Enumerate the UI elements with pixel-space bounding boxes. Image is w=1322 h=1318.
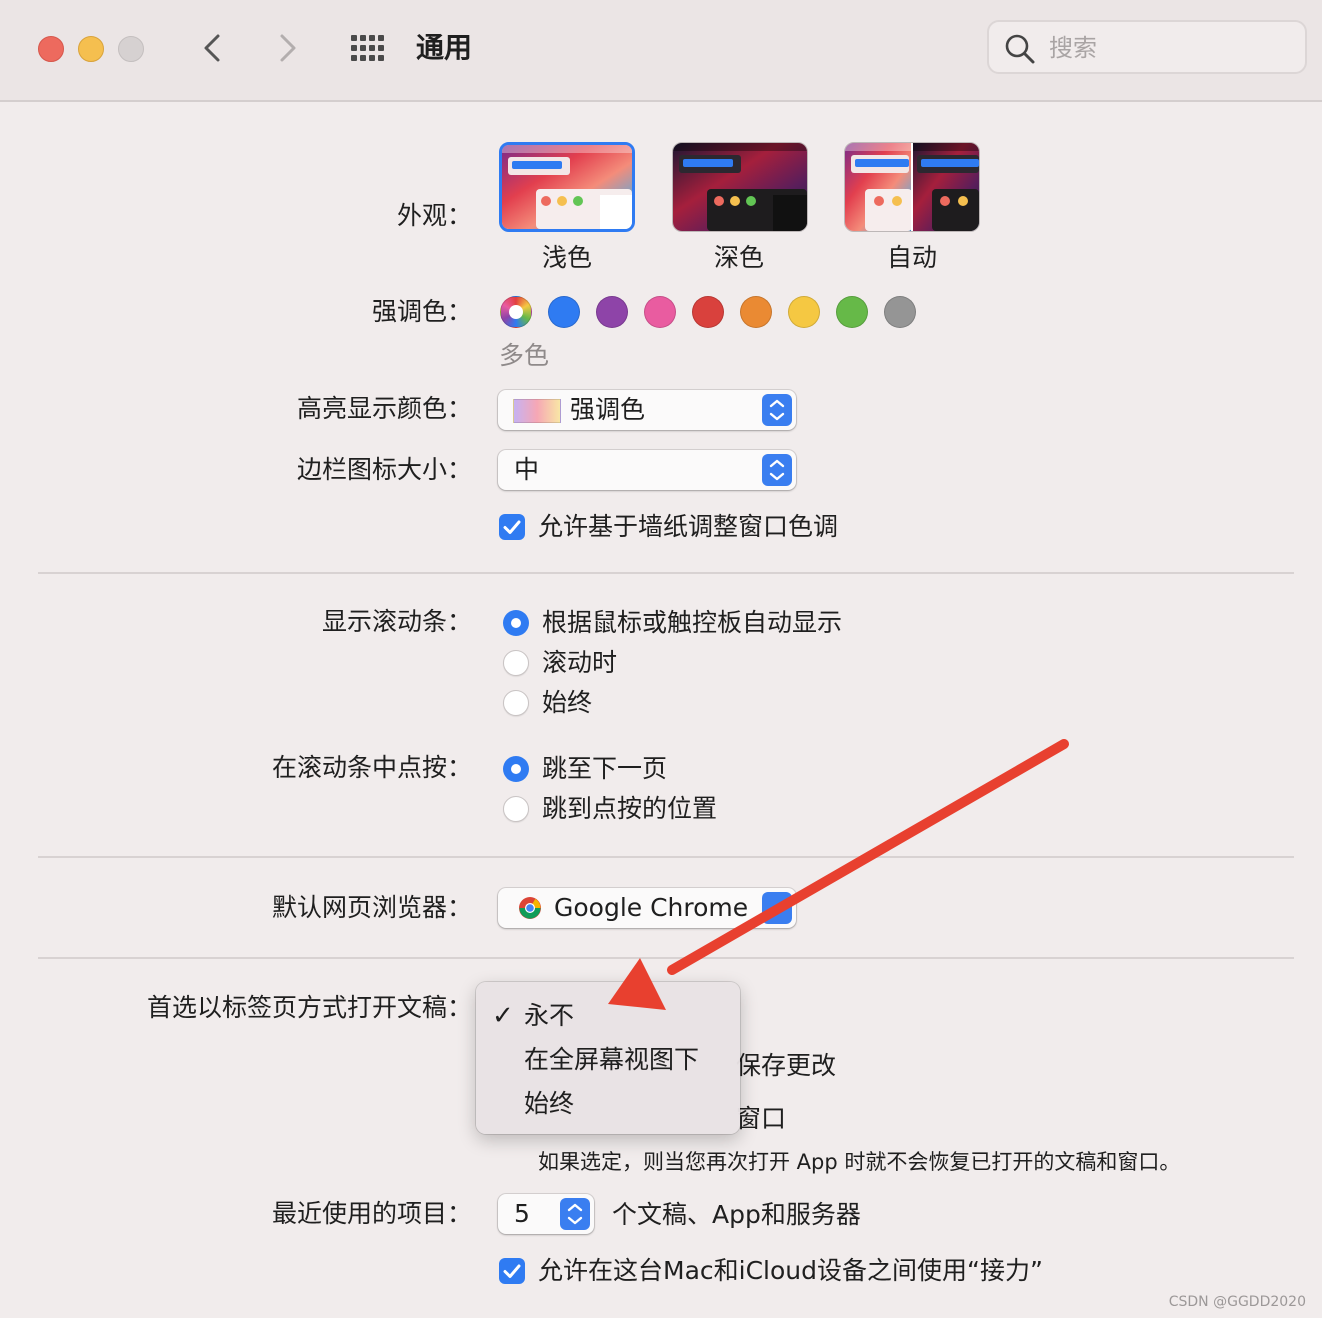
highlight-preview-swatch [513, 399, 561, 423]
ask-keep-changes-label: 保存更改 [736, 1051, 837, 1080]
scroll-bars-auto-label: 根据鼠标或触控板自动显示 [542, 608, 843, 637]
minimize-window-button[interactable] [78, 36, 104, 62]
accent-swatch-blue[interactable] [548, 296, 580, 328]
title-bar: 通用 [0, 0, 1322, 102]
jump-next-page-radio[interactable] [503, 756, 529, 782]
auto-wallpaper-icon [845, 143, 979, 231]
light-wallpaper-icon [502, 145, 632, 229]
default-browser-value: Google Chrome [554, 893, 749, 922]
default-browser-stepper [762, 892, 792, 924]
accent-selected-caption: 多色 [499, 341, 550, 370]
grid-icon [351, 35, 384, 61]
up-down-chevron-icon [769, 399, 785, 421]
handoff-label: 允许在这台Mac和iCloud设备之间使用“接力” [538, 1256, 1043, 1285]
section-divider [38, 957, 1294, 959]
show-all-button[interactable] [348, 28, 388, 68]
watermark: CSDN @GGDD2020 [1168, 1294, 1306, 1310]
chrome-icon [519, 897, 541, 919]
appearance-light-label: 浅色 [541, 243, 592, 272]
scroll-bars-always-label: 始终 [542, 688, 593, 717]
recent-items-label: 最近使用的项目： [271, 1199, 472, 1228]
up-down-chevron-icon [567, 1203, 583, 1225]
menu-item-full-screen[interactable]: 在全屏幕视图下 [524, 1042, 699, 1078]
accent-swatch-orange[interactable] [740, 296, 772, 328]
window-title: 通用 [416, 31, 473, 64]
section-divider [38, 856, 1294, 858]
menu-item-always[interactable]: 始终 [524, 1086, 574, 1122]
appearance-label: 外观： [396, 201, 472, 230]
accent-swatch-red[interactable] [692, 296, 724, 328]
show-scroll-bars-label: 显示滚动条： [321, 607, 472, 636]
scroll-bars-when-scrolling-label: 滚动时 [542, 648, 618, 677]
sidebar-icon-size-popup[interactable]: 中 [498, 450, 796, 490]
accent-swatch-green[interactable] [836, 296, 868, 328]
highlight-color-popup[interactable]: 强调色 [498, 390, 796, 430]
close-window-button[interactable] [38, 36, 64, 62]
appearance-auto-label: 自动 [886, 243, 937, 272]
accent-swatch-pink[interactable] [644, 296, 676, 328]
recent-items-suffix: 个文稿、App和服务器 [612, 1200, 861, 1229]
accent-swatch-purple[interactable] [596, 296, 628, 328]
dark-wallpaper-icon [673, 143, 807, 231]
sidebar-icon-size-label: 边栏图标大小： [296, 455, 472, 484]
sidebar-icon-size-stepper [762, 454, 792, 486]
selected-dot-icon [509, 305, 523, 319]
menu-item-never[interactable]: 永不 [524, 998, 574, 1034]
accent-color-label: 强调色： [371, 297, 472, 326]
search-field[interactable] [987, 20, 1307, 74]
prefer-tabs-dropdown-menu: ✓ 永不 在全屏幕视图下 始终 [476, 982, 740, 1134]
search-input[interactable] [1047, 30, 1291, 66]
default-browser-popup[interactable]: Google Chrome [498, 888, 796, 928]
accent-swatch-multicolor[interactable] [500, 296, 532, 328]
scroll-bars-auto-radio[interactable] [503, 610, 529, 636]
scroll-bars-when-scrolling-radio[interactable] [503, 650, 529, 676]
appearance-dark-thumbnail[interactable] [672, 142, 808, 232]
highlight-color-value: 强调色 [570, 395, 646, 424]
jump-clicked-spot-radio[interactable] [503, 796, 529, 822]
sidebar-icon-size-value: 中 [514, 455, 540, 484]
scroll-bars-always-radio[interactable] [503, 690, 529, 716]
click-scroll-bar-label: 在滚动条中点按： [271, 753, 472, 782]
highlight-color-stepper [762, 394, 792, 426]
close-windows-label: 窗口 [736, 1104, 787, 1133]
close-windows-note: 如果选定，则当您再次打开 App 时就不会恢复已打开的文稿和窗口。 [538, 1150, 1181, 1174]
handoff-checkbox[interactable] [499, 1258, 525, 1284]
accent-swatch-graphite[interactable] [884, 296, 916, 328]
recent-items-popup[interactable]: 5 [498, 1194, 594, 1234]
highlight-color-label: 高亮显示颜色： [296, 394, 472, 423]
jump-next-page-label: 跳至下一页 [542, 754, 668, 783]
checkmark-icon [503, 1264, 521, 1278]
appearance-dark-label: 深色 [713, 243, 764, 272]
section-divider [38, 572, 1294, 574]
appearance-auto-thumbnail[interactable] [844, 142, 980, 232]
appearance-light-thumbnail[interactable] [499, 142, 635, 232]
wallpaper-tinting-label: 允许基于墙纸调整窗口色调 [538, 512, 839, 541]
default-browser-label: 默认网页浏览器： [271, 893, 472, 922]
up-down-chevron-icon [769, 459, 785, 481]
recent-items-value: 5 [514, 1199, 530, 1228]
chevron-left-icon [204, 34, 220, 62]
accent-swatch-yellow[interactable] [788, 296, 820, 328]
prefer-tabs-label: 首选以标签页方式打开文稿： [146, 993, 472, 1022]
zoom-window-button[interactable] [118, 36, 144, 62]
recent-items-stepper [560, 1198, 590, 1230]
jump-clicked-spot-label: 跳到点按的位置 [542, 794, 718, 823]
checkmark-icon: ✓ [492, 1001, 514, 1031]
search-icon [1005, 34, 1035, 64]
forward-button[interactable] [268, 28, 308, 68]
checkmark-icon [503, 520, 521, 534]
chevron-right-icon [280, 34, 296, 62]
back-button[interactable] [194, 28, 234, 68]
wallpaper-tinting-checkbox[interactable] [499, 514, 525, 540]
